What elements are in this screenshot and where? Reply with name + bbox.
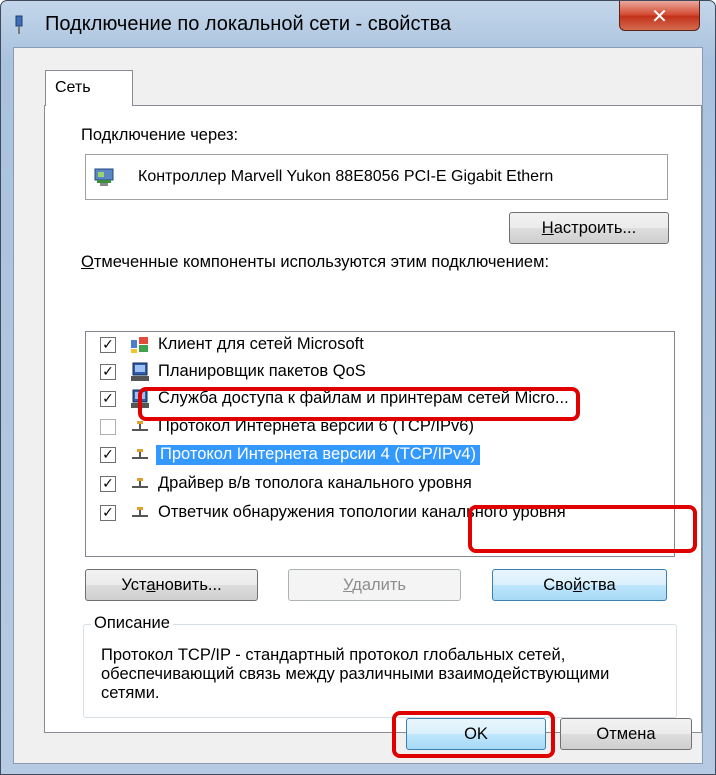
- uninstall-label-post: далить: [352, 576, 406, 594]
- list-item-ipv4[interactable]: ✓ Протокол Интернета версии 4 (TCP/IPv4): [86, 442, 674, 470]
- properties-label-post: ства: [582, 576, 616, 594]
- list-item-label-selected: Протокол Интернета версии 4 (TCP/IPv4): [156, 445, 480, 465]
- highlight-ipv4: [138, 387, 580, 421]
- protocol-icon: [132, 478, 148, 488]
- checkbox[interactable]: ✓: [100, 505, 116, 521]
- tab-network[interactable]: Сеть: [45, 70, 133, 106]
- uninstall-button[interactable]: Удалить: [288, 569, 461, 601]
- install-label-post: новить...: [155, 576, 222, 594]
- checkbox[interactable]: [100, 419, 116, 435]
- configure-label-post: астроить...: [553, 219, 637, 237]
- components-label-rest: тмеченные компоненты используются этим п…: [93, 253, 550, 271]
- cancel-label: Отмена: [596, 725, 656, 743]
- list-item-label: Планировщик пакетов QoS: [158, 362, 366, 380]
- components-label: Отмеченные компоненты используются этим …: [81, 253, 549, 272]
- description-text: Протокол TCP/IP - стандартный протокол г…: [101, 646, 610, 702]
- checkbox[interactable]: ✓: [100, 364, 116, 380]
- checkbox[interactable]: ✓: [100, 391, 116, 407]
- protocol-icon: [132, 507, 148, 517]
- install-button[interactable]: Установить...: [85, 569, 258, 601]
- properties-label-pre: Сво: [543, 576, 573, 594]
- window-title: Подключение по локальной сети - свойства: [45, 13, 452, 35]
- highlight-properties: [468, 505, 697, 553]
- list-item-label: Клиент для сетей Microsoft: [158, 335, 364, 353]
- install-label-accel: а: [146, 576, 156, 594]
- checkbox[interactable]: ✓: [100, 447, 116, 463]
- configure-button[interactable]: Настроить...: [509, 212, 669, 244]
- components-label-accel: О: [81, 253, 94, 271]
- protocol-icon: [132, 449, 148, 459]
- list-item-qos[interactable]: ✓ Планировщик пакетов QoS: [86, 359, 674, 387]
- network-connection-icon: [15, 15, 23, 34]
- list-item-ms-client[interactable]: ✓ Клиент для сетей Microsoft: [86, 332, 674, 360]
- cancel-button[interactable]: Отмена: [560, 718, 692, 750]
- checkbox[interactable]: ✓: [100, 476, 116, 492]
- network-service-icon: [131, 362, 149, 381]
- connect-via-label: Подключение через:: [81, 126, 239, 144]
- uninstall-label-accel: У: [342, 576, 353, 594]
- network-adapter-icon: [94, 168, 114, 186]
- description-title: Описание: [91, 614, 173, 633]
- properties-label-accel: й: [572, 576, 583, 594]
- device-name: Контроллер Marvell Yukon 88E8056 PCI-E G…: [138, 168, 554, 185]
- tab-label: Сеть: [55, 79, 91, 96]
- install-label-pre: Уст: [121, 576, 147, 594]
- properties-button[interactable]: Свойства: [492, 569, 667, 601]
- highlight-ok: [392, 711, 555, 758]
- list-item-label: Драйвер в/в тополога канального уровня: [158, 474, 472, 492]
- title-bar[interactable]: Подключение по локальной сети - свойства…: [1, 1, 715, 47]
- network-client-icon: [131, 337, 148, 353]
- configure-label-accel: Н: [541, 219, 554, 237]
- device-field: Контроллер Marvell Yukon 88E8056 PCI-E G…: [85, 154, 668, 200]
- list-item-lltd-mapper[interactable]: ✓ Драйвер в/в тополога канального уровня: [86, 471, 674, 499]
- checkbox[interactable]: ✓: [100, 337, 116, 353]
- close-icon: ✕: [651, 3, 668, 28]
- close-button[interactable]: ✕: [619, 1, 700, 31]
